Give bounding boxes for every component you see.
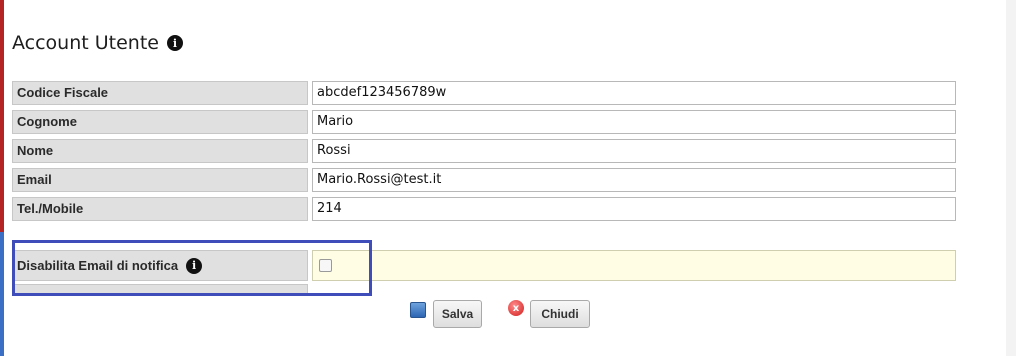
codice-fiscale-input[interactable]: abcdef123456789w [312, 81, 956, 105]
codice-fiscale-label: Codice Fiscale [12, 81, 308, 105]
cognome-input[interactable]: Mario [312, 110, 956, 134]
form-row-cognome: Cognome Mario [12, 110, 956, 134]
page-title: Account Utente i [12, 32, 183, 54]
email-input[interactable]: Mario.Rossi@test.it [312, 168, 956, 192]
form-row-tel: Tel./Mobile 214 [12, 197, 956, 221]
form-row-nome: Nome Rossi [12, 139, 956, 163]
highlight-annotation-box [12, 240, 372, 296]
save-icon[interactable] [410, 302, 426, 318]
close-icon[interactable]: x [508, 300, 524, 316]
form-row-codice-fiscale: Codice Fiscale abcdef123456789w [12, 81, 956, 105]
close-button[interactable]: Chiudi [530, 300, 590, 328]
tel-mobile-input[interactable]: 214 [312, 197, 956, 221]
left-edge-blue-bar [0, 232, 4, 356]
cognome-label: Cognome [12, 110, 308, 134]
info-icon[interactable]: i [166, 35, 183, 51]
page-title-text: Account Utente [12, 32, 159, 54]
right-scroll-strip [1006, 0, 1016, 356]
left-edge-red-bar [0, 0, 4, 232]
nome-label: Nome [12, 139, 308, 163]
disable-notification-cell [312, 250, 956, 281]
email-label: Email [12, 168, 308, 192]
form-row-email: Email Mario.Rossi@test.it [12, 168, 956, 192]
nome-input[interactable]: Rossi [312, 139, 956, 163]
save-button[interactable]: Salva [433, 300, 482, 328]
tel-mobile-label: Tel./Mobile [12, 197, 308, 221]
